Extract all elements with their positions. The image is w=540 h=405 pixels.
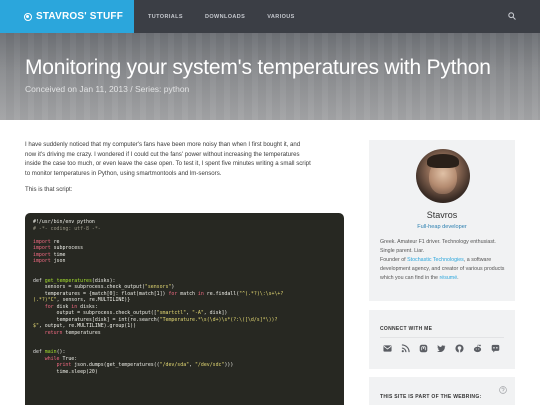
- code-token: json: [50, 258, 66, 264]
- code-token: time: [50, 251, 66, 258]
- divider: [380, 337, 504, 338]
- code-token: # -*- coding: utf-8 -*-: [33, 225, 101, 232]
- site-title: STAVROS' STUFF: [36, 11, 124, 22]
- article-body: I have suddenly noticed that my computer…: [25, 140, 345, 195]
- post-meta: Conceived on Jan 11, 2013 / Series: pyth…: [25, 84, 190, 94]
- post-title: Monitoring your system's temperatures wi…: [25, 56, 491, 79]
- code-token: json.dumps(get_temperatures((: [71, 362, 160, 368]
- bio-text: Founder of: [380, 257, 408, 263]
- intro-line: to monitor temperatures in Python, using…: [25, 169, 222, 177]
- help-icon[interactable]: [499, 386, 507, 394]
- code-token: get_temperatures: [41, 277, 92, 284]
- code-token: #!/usr/bin/env python: [33, 219, 95, 225]
- code-token: "smartctl": [156, 310, 187, 316]
- github-icon[interactable]: [455, 344, 464, 353]
- top-navbar: STAVROS' STUFF TUTORIALS DOWNLOADS VARIO…: [0, 0, 540, 33]
- resume-link[interactable]: résumé: [439, 275, 457, 281]
- code-token: temperatures[disk] = int(re.search(: [33, 316, 160, 323]
- profile-role: Full-heap developer: [417, 224, 467, 230]
- profile-card: Stavros Full-heap developer Greek. Amate…: [369, 140, 515, 301]
- connect-heading: CONNECT WITH ME: [380, 326, 433, 332]
- code-token: disk: [53, 303, 72, 310]
- intro-line: I have suddenly noticed that my computer…: [25, 141, 301, 148]
- intro-paragraph: I have suddenly noticed that my computer…: [25, 140, 345, 195]
- code-token: True:: [59, 355, 78, 362]
- code-token: re: [50, 238, 60, 245]
- profile-bio: Greek. Amateur F1 driver. Technology ent…: [380, 238, 508, 283]
- social-links: [383, 344, 509, 353]
- bio-line-2: Founder of Stochastic Technologies, a so…: [380, 256, 508, 283]
- main-nav: TUTORIALS DOWNLOADS VARIOUS: [148, 0, 317, 33]
- code-token: match: [177, 290, 198, 297]
- code-token: subprocess: [50, 245, 84, 251]
- code-token: , sensors, re.MULTILINE)}: [56, 297, 131, 303]
- code-token: , disk]): [203, 310, 228, 316]
- code-token: import: [33, 245, 51, 251]
- site-logo-link[interactable]: STAVROS' STUFF: [0, 0, 134, 33]
- intro-line: now it's driving me crazy. I wondered if…: [25, 150, 300, 158]
- code-token: disks:: [77, 303, 98, 310]
- code-token: for: [44, 303, 54, 310]
- code-token: main: [41, 349, 57, 355]
- nav-link-downloads[interactable]: DOWNLOADS: [205, 14, 245, 20]
- reddit-icon[interactable]: [473, 344, 482, 353]
- connect-card: CONNECT WITH ME: [369, 310, 515, 369]
- stochastic-link[interactable]: Stochastic Technologies: [407, 257, 464, 263]
- code-token: , output, re.MULTILINE).group(1)): [38, 323, 137, 329]
- code-token: re.findall(: [203, 290, 240, 297]
- code-token: import: [33, 238, 51, 245]
- code-token: output = subprocess.check_output([: [33, 310, 157, 316]
- script-intro-text: This is that script:: [25, 186, 73, 194]
- code-token: "-A": [192, 310, 204, 316]
- code-token: "sensors": [144, 284, 172, 290]
- code-token: "/dev/sda": [159, 362, 190, 368]
- search-icon[interactable]: [508, 12, 516, 20]
- code-token: temperatures = {match[0]: float(match[1]…: [33, 290, 169, 297]
- intro-line: inside the case too much, or even leave …: [25, 160, 311, 168]
- code-token: return: [44, 329, 63, 336]
- code-token: (.*?)°C": [33, 297, 57, 303]
- code-token: import: [33, 258, 51, 264]
- code-token: "/dev/sdc": [194, 362, 225, 368]
- email-icon[interactable]: [383, 344, 392, 353]
- twitter-icon[interactable]: [437, 344, 446, 353]
- bio-text: .: [457, 275, 459, 281]
- code-token: ): [171, 284, 175, 290]
- post-header: Monitoring your system's temperatures wi…: [0, 33, 540, 120]
- code-token: for: [168, 290, 178, 297]
- code-token: sensors = subprocess.check_output(: [33, 284, 145, 290]
- code-token: def: [33, 277, 42, 284]
- logo-icon: [24, 12, 32, 21]
- rss-icon[interactable]: [401, 344, 410, 353]
- nav-link-tutorials[interactable]: TUTORIALS: [148, 14, 183, 20]
- code-token: "Temperature.*\s(\d+)\s*(?:\([\d/s]*\))?: [159, 316, 278, 323]
- code-token: "^(.*?)\:\s+\+?: [239, 290, 284, 297]
- mastodon-icon[interactable]: [419, 344, 428, 353]
- code-token: ():: [56, 349, 66, 355]
- profile-name: Stavros: [426, 210, 458, 220]
- code-token: time.sleep(20): [33, 368, 98, 375]
- code-token: temperatures: [62, 329, 101, 336]
- code-token: (disks):: [91, 277, 116, 284]
- webring-heading: THIS SITE IS PART OF THE WEBRING:: [380, 394, 482, 400]
- code-block[interactable]: #!/usr/bin/env python # -*- coding: utf-8…: [25, 213, 344, 405]
- webring-card: THIS SITE IS PART OF THE WEBRING:: [369, 377, 515, 405]
- code-token: import: [33, 251, 51, 258]
- avatar: [416, 149, 470, 203]
- nav-link-various[interactable]: VARIOUS: [267, 14, 294, 20]
- code-token: while: [44, 355, 60, 362]
- code-token: ))): [224, 362, 234, 368]
- bio-line: Greek. Amateur F1 driver. Technology ent…: [380, 239, 496, 254]
- code-token: print: [56, 362, 72, 368]
- code-line: time.sleep(20): [33, 369, 336, 376]
- messenger-icon[interactable]: [491, 344, 500, 353]
- code-token: def: [33, 349, 42, 355]
